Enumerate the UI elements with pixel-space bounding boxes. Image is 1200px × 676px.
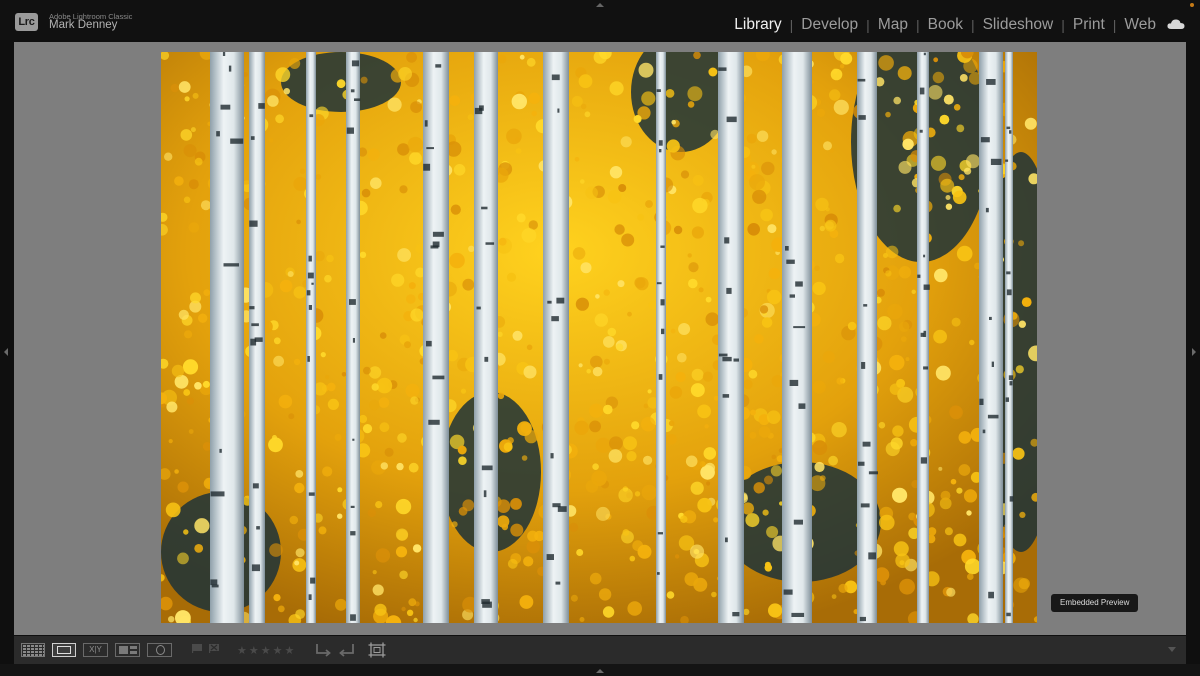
module-web[interactable]: Web: [1122, 16, 1158, 34]
star-icon[interactable]: ★: [285, 644, 297, 657]
star-icon[interactable]: ★: [261, 644, 273, 657]
rotate-right-icon[interactable]: [338, 642, 356, 658]
star-icon[interactable]: ★: [249, 644, 261, 657]
identity-plate-bar: Lrc Adobe Lightroom Classic Mark Denney …: [0, 0, 1200, 40]
module-separator: |: [789, 17, 794, 33]
module-separator: |: [1112, 17, 1117, 33]
activity-indicator-dot[interactable]: [1190, 3, 1194, 7]
library-toolbar: X|Y ★★★★★: [14, 636, 1186, 664]
module-map[interactable]: Map: [876, 16, 910, 34]
left-panel-toggle-arrow[interactable]: [4, 348, 8, 356]
flag-pick-icon[interactable]: [192, 644, 202, 653]
flag-reject-icon[interactable]: [209, 644, 219, 653]
loupe-photo[interactable]: [161, 52, 1037, 623]
module-separator: |: [970, 17, 975, 33]
grid-view-icon[interactable]: [21, 643, 45, 657]
user-name: Mark Denney: [49, 19, 118, 31]
star-icon[interactable]: ★: [273, 644, 285, 657]
filmstrip-toggle-arrow[interactable]: [596, 669, 604, 673]
module-separator: |: [866, 17, 870, 33]
toolbar-content-menu-icon[interactable]: [1168, 647, 1176, 652]
module-separator: |: [1061, 17, 1065, 33]
module-library[interactable]: Library: [732, 16, 783, 34]
aspen-photo-image: [161, 52, 1037, 623]
right-panel-toggle-arrow[interactable]: [1192, 348, 1196, 356]
star-icon[interactable]: ★: [237, 644, 249, 657]
rotate-left-icon[interactable]: [314, 642, 332, 658]
module-book[interactable]: Book: [926, 16, 965, 34]
top-panel-toggle-arrow[interactable]: [596, 3, 604, 7]
cloud-sync-icon[interactable]: [1167, 19, 1185, 29]
people-view-icon[interactable]: [147, 643, 172, 657]
loupe-view-icon[interactable]: [52, 643, 76, 657]
star-rating-icon[interactable]: ★★★★★: [237, 644, 296, 657]
module-print[interactable]: Print: [1071, 16, 1107, 34]
survey-view-icon[interactable]: [115, 643, 140, 657]
lightroom-logo: Lrc: [15, 13, 38, 31]
embedded-preview-badge: Embedded Preview: [1051, 594, 1139, 612]
module-develop[interactable]: Develop: [799, 16, 860, 34]
compare-view-icon[interactable]: X|Y: [83, 643, 108, 657]
crop-overlay-icon[interactable]: [368, 642, 386, 658]
module-separator: |: [915, 17, 920, 33]
module-picker: Library | Develop | Map | Book | Slidesh…: [732, 16, 1158, 34]
module-slideshow[interactable]: Slideshow: [981, 16, 1056, 34]
